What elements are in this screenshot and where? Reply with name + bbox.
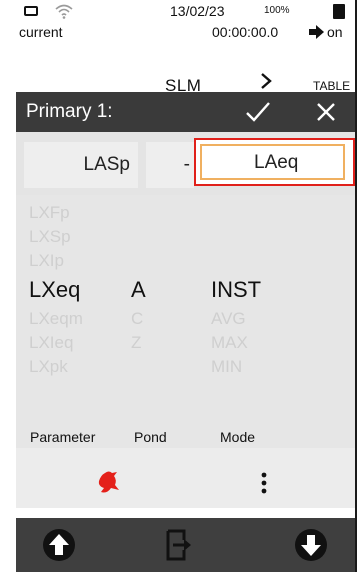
dialog-header: Primary 1: — [16, 92, 355, 132]
wheel-option[interactable]: LXSp — [29, 225, 83, 249]
status-row-2: current 00:00:00.0 on — [16, 22, 355, 44]
selection-field-b[interactable]: - — [146, 142, 194, 188]
wheel-option[interactable]: LXeqm — [29, 307, 83, 331]
status-bar: 13/02/23 100% — [16, 0, 355, 22]
selection-field-c[interactable]: LAeq — [200, 144, 345, 180]
nav-next-label[interactable]: TABLE — [313, 79, 350, 93]
selection-field-a-value: LASp — [83, 154, 130, 175]
nav-row: SLM TABLE — [16, 44, 355, 95]
selection-field-c-value: LAeq — [254, 152, 299, 173]
wheel-spacer — [131, 201, 146, 225]
arrow-up-circle-icon[interactable] — [42, 528, 76, 562]
timer: 00:00:00.0 — [212, 24, 279, 40]
wheel-option[interactable]: MIN — [211, 355, 261, 379]
mode-wheel[interactable]: INST AVG MAX MIN — [211, 201, 261, 379]
bottom-bar — [16, 518, 355, 572]
mode-label: Mode — [220, 429, 256, 445]
wheel-option[interactable]: LXFp — [29, 201, 83, 225]
wheel-spacer — [131, 225, 146, 249]
close-icon[interactable] — [316, 102, 336, 122]
selection-field-a[interactable]: LASp — [24, 142, 138, 188]
tool-row — [16, 448, 355, 508]
wheel-option-selected[interactable]: LXeq — [29, 273, 83, 307]
rec-state: on — [327, 24, 343, 40]
wheel-spacer — [211, 201, 261, 225]
exit-icon[interactable] — [164, 528, 192, 562]
pond-wheel[interactable]: A C Z — [131, 201, 146, 355]
wifi-icon — [55, 4, 73, 19]
arrow-down-circle-icon[interactable] — [294, 528, 328, 562]
wheel-option[interactable]: LXIp — [29, 249, 83, 273]
kebab-menu-icon[interactable] — [261, 472, 267, 494]
battery-percent: 100% — [264, 5, 290, 16]
status-date: 13/02/23 — [170, 3, 225, 19]
battery-icon — [333, 4, 345, 19]
picker: LXFp LXSp LXIp LXeq LXeqm LXIeq LXpk A C… — [16, 195, 355, 448]
pond-label: Pond — [134, 429, 167, 445]
chevron-right-icon[interactable] — [259, 72, 273, 90]
bird-icon[interactable] — [95, 470, 123, 496]
wheel-option-selected[interactable]: A — [131, 273, 146, 307]
screen-icon — [24, 6, 38, 16]
wheel-spacer — [211, 225, 261, 249]
wheel-option[interactable]: AVG — [211, 307, 261, 331]
selection-field-b-value: - — [183, 154, 190, 175]
check-icon[interactable] — [244, 100, 272, 124]
wheel-option[interactable]: C — [131, 307, 146, 331]
parameter-label: Parameter — [30, 429, 96, 445]
wheel-option[interactable]: MAX — [211, 331, 261, 355]
mode-label: current — [19, 24, 63, 40]
selection-row: LASp - LAeq — [16, 132, 355, 195]
wheel-option[interactable]: LXpk — [29, 355, 83, 379]
arrow-right-icon — [309, 25, 324, 39]
wheel-option[interactable]: LXIeq — [29, 331, 83, 355]
dialog-title: Primary 1: — [26, 101, 113, 122]
wheel-option-selected[interactable]: INST — [211, 273, 261, 307]
selection-field-c-highlight[interactable]: LAeq — [194, 138, 355, 186]
wheel-spacer — [211, 249, 261, 273]
wheel-option[interactable]: Z — [131, 331, 146, 355]
wheel-spacer — [131, 249, 146, 273]
device-screen: 13/02/23 100% current 00:00:00.0 on SLM … — [16, 0, 357, 572]
parameter-wheel[interactable]: LXFp LXSp LXIp LXeq LXeqm LXIeq LXpk — [29, 201, 83, 379]
